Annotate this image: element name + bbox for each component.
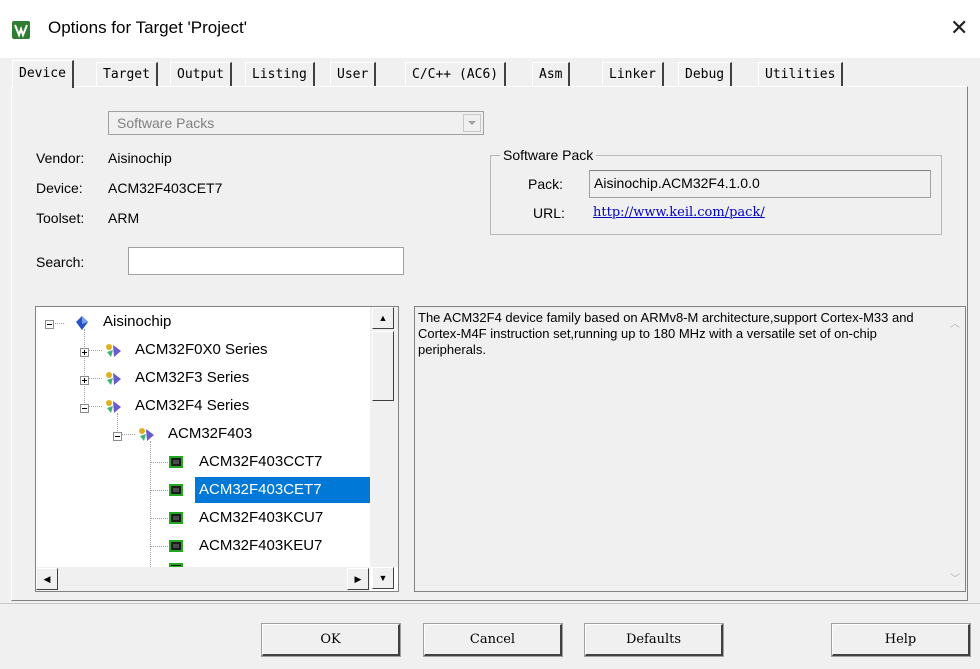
scroll-down-icon[interactable]: ▼ bbox=[372, 567, 394, 589]
chip-icon bbox=[169, 456, 183, 468]
pack-url-link[interactable]: http://www.keil.com/pack/ bbox=[593, 205, 765, 220]
url-label: URL: bbox=[533, 205, 565, 221]
tab-utilities[interactable]: Utilities bbox=[758, 62, 844, 86]
tree-item-label: ACM32F3 Series bbox=[135, 369, 250, 386]
tree-item-label: ACM32F403 bbox=[168, 425, 253, 442]
family-icon bbox=[104, 397, 122, 423]
cancel-button[interactable]: Cancel bbox=[423, 623, 563, 657]
collapse-icon[interactable] bbox=[113, 432, 122, 441]
tab-asm[interactable]: Asm bbox=[532, 62, 571, 86]
tree-item-acm32f403cet7[interactable]: ACM32F403CET7 bbox=[36, 477, 376, 503]
tree-item-label: ACM32F403KEU7 bbox=[199, 537, 323, 554]
scroll-down-icon[interactable]: ﹀ bbox=[950, 570, 960, 585]
chip-icon bbox=[169, 540, 183, 552]
ok-button[interactable]: OK bbox=[261, 623, 401, 657]
expand-icon[interactable] bbox=[80, 376, 89, 385]
tree-item-vendor[interactable]: Aisinochip bbox=[36, 309, 376, 335]
tab-listing[interactable]: Listing bbox=[245, 62, 315, 86]
tree-item-acm32f403cct7[interactable]: ACM32F403CCT7 bbox=[36, 449, 376, 475]
tree-item-acm32f403keu7[interactable]: ACM32F403KEU7 bbox=[36, 533, 376, 559]
keil-app-icon bbox=[12, 21, 30, 39]
window-title: Options for Target 'Project' bbox=[48, 18, 247, 37]
scroll-thumb[interactable] bbox=[372, 331, 394, 401]
tree-item-acm32f4-series[interactable]: ACM32F4 Series bbox=[36, 393, 376, 419]
device-value: ACM32F403CET7 bbox=[108, 180, 223, 196]
pack-label: Pack: bbox=[528, 176, 564, 192]
tree-vertical-scrollbar[interactable]: ▲ ▼ bbox=[370, 307, 398, 589]
device-description-text: The ACM32F4 device family based on ARMv8… bbox=[418, 310, 914, 357]
tab-output[interactable]: Output bbox=[170, 62, 232, 86]
vendor-label: Vendor: bbox=[36, 150, 85, 166]
toolset-label: Toolset: bbox=[36, 210, 85, 226]
vendor-value: Aisinochip bbox=[108, 150, 172, 166]
vendor-diamond-icon bbox=[76, 313, 88, 339]
tree-item-acm32f403kcu7[interactable]: ACM32F403KCU7 bbox=[36, 505, 376, 531]
tree-item-label: ACM32F403CCT7 bbox=[199, 453, 323, 470]
collapse-icon[interactable] bbox=[45, 320, 54, 329]
chip-icon bbox=[169, 512, 183, 524]
device-tree: Aisinochip ACM32F0X0 Series ACM32F3 Seri… bbox=[35, 306, 399, 592]
device-source-select[interactable]: Software Packs bbox=[108, 111, 484, 135]
pack-field: Aisinochip.ACM32F4.1.0.0 bbox=[589, 170, 931, 198]
help-button[interactable]: Help bbox=[831, 623, 971, 657]
tree-item-label: Aisinochip bbox=[103, 313, 172, 330]
tab-cc-ac6[interactable]: C/C++ (AC6) bbox=[405, 62, 507, 86]
description-scrollbar[interactable]: ︿ ﹀ bbox=[947, 311, 963, 587]
search-input[interactable] bbox=[128, 247, 404, 275]
tab-user[interactable]: User bbox=[330, 62, 377, 86]
device-description-box: The ACM32F4 device family based on ARMv8… bbox=[414, 306, 966, 592]
collapse-icon[interactable] bbox=[80, 404, 89, 413]
tree-item-label: ACM32F4 Series bbox=[135, 397, 250, 414]
chevron-down-icon[interactable] bbox=[463, 114, 481, 132]
tree-item-label: ACM32F403KCU7 bbox=[199, 509, 324, 526]
tree-horizontal-scrollbar[interactable]: ◀ ▶ bbox=[36, 567, 370, 591]
search-label: Search: bbox=[36, 254, 85, 270]
tree-item-acm32f0x0-series[interactable]: ACM32F0X0 Series bbox=[36, 337, 376, 363]
scroll-up-icon[interactable]: ▲ bbox=[372, 307, 394, 329]
tab-linker[interactable]: Linker bbox=[602, 62, 664, 86]
tab-target[interactable]: Target bbox=[96, 62, 158, 86]
scroll-left-icon[interactable]: ◀ bbox=[36, 568, 58, 590]
scroll-up-icon[interactable]: ︿ bbox=[950, 315, 960, 330]
software-pack-group-title: Software Pack bbox=[500, 147, 597, 163]
chip-icon bbox=[169, 484, 183, 496]
tree-item-label: ACM32F403CET7 bbox=[195, 477, 371, 503]
toolset-value: ARM bbox=[108, 210, 140, 226]
close-icon[interactable]: ✕ bbox=[950, 15, 968, 41]
tab-device[interactable]: Device bbox=[12, 60, 74, 88]
device-label: Device: bbox=[36, 180, 83, 196]
tree-item-acm32f403[interactable]: ACM32F403 bbox=[36, 421, 376, 447]
family-icon bbox=[104, 369, 122, 395]
tree-item-acm32f3-series[interactable]: ACM32F3 Series bbox=[36, 365, 376, 391]
subfamily-icon bbox=[137, 425, 155, 451]
defaults-button[interactable]: Defaults bbox=[584, 623, 724, 657]
device-source-value: Software Packs bbox=[117, 115, 215, 131]
expand-icon[interactable] bbox=[80, 348, 89, 357]
tab-debug[interactable]: Debug bbox=[678, 62, 733, 86]
tree-item-label: ACM32F0X0 Series bbox=[135, 341, 268, 358]
scroll-right-icon[interactable]: ▶ bbox=[347, 568, 369, 590]
family-icon bbox=[104, 341, 122, 367]
